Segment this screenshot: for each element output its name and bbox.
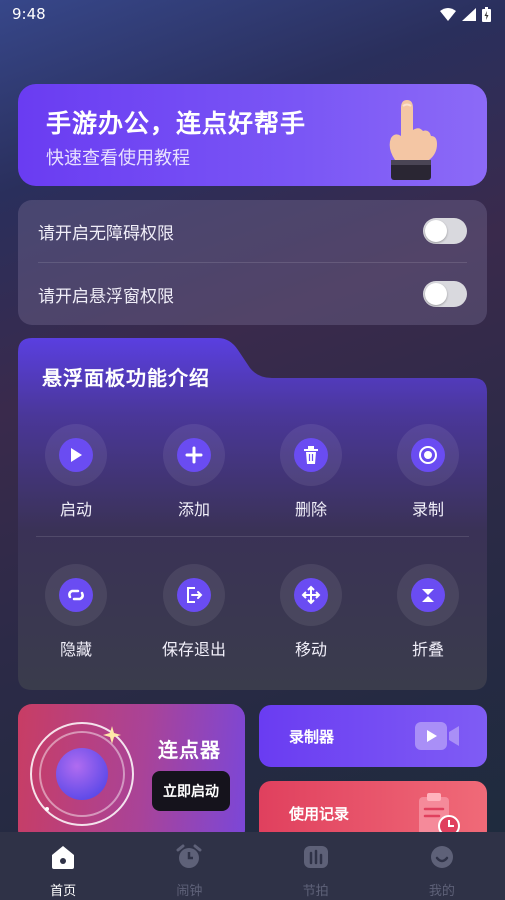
home-icon [52,846,75,869]
banner-subtitle: 快速查看使用教程 [46,148,190,169]
permission-accessibility-row[interactable]: 请开启无障碍权限 [18,200,487,262]
permission-overlay-label: 请开启悬浮窗权限 [38,286,174,307]
panel-title: 悬浮面板功能介绍 [42,366,210,390]
pointing-hand-icon [389,100,437,180]
banner-title: 手游办公，连点好帮手 [46,109,307,138]
profile-icon [430,846,453,868]
feature-move[interactable]: 移动 [261,564,361,660]
divider [36,536,469,537]
feature-delete[interactable]: 删除 [261,424,361,520]
feature-label: 启动 [59,500,92,519]
feature-label: 移动 [294,640,327,659]
tutorial-banner[interactable]: 手游办公，连点好帮手 快速查看使用教程 [18,84,487,186]
feature-label: 保存退出 [161,640,226,659]
feature-label: 折叠 [411,640,444,659]
permission-accessibility-label: 请开启无障碍权限 [38,223,174,244]
feature-hide[interactable]: 隐藏 [26,564,126,660]
nav-home[interactable]: 首页 [18,832,108,899]
alarm-icon [176,844,202,868]
video-camera-icon [415,722,459,750]
recorder-title: 录制器 [289,728,335,746]
feature-label: 删除 [294,500,327,519]
play-icon [71,448,82,462]
nav-profile[interactable]: 我的 [397,832,487,899]
signal-icon [462,7,476,21]
nav-metronome[interactable]: 节拍 [271,832,361,899]
move-icon [301,585,321,605]
battery-icon [482,6,491,22]
clipboard-clock-icon [419,793,460,837]
status-time: 9:48 [12,5,46,23]
nav-label: 闹钟 [176,884,203,899]
wifi-icon [440,7,456,21]
metronome-icon [303,846,328,868]
feature-collapse[interactable]: 折叠 [378,564,478,660]
feature-save-exit[interactable]: 保存退出 [144,564,244,660]
clicker-card[interactable]: 连点器 立即启动 [18,704,245,844]
bottom-navigation: 首页 闹钟 节拍 我的 [0,832,505,900]
feature-record[interactable]: 录制 [378,424,478,520]
floating-panel-intro: 悬浮面板功能介绍 启动 添加 删除 录制 隐藏 保存退出 移动 折叠 [18,338,487,690]
history-title: 使用记录 [289,805,350,823]
permissions-card: 请开启无障碍权限 请开启悬浮窗权限 [18,200,487,325]
save-exit-icon [187,587,203,603]
feature-label: 录制 [411,500,444,519]
trash-icon [304,446,318,464]
nav-label: 我的 [428,884,455,899]
status-bar: 9:48 [0,0,505,28]
accessibility-toggle[interactable] [423,218,467,244]
start-now-button[interactable]: 立即启动 [152,771,230,811]
nav-label: 首页 [50,884,77,899]
feature-add[interactable]: 添加 [144,424,244,520]
nav-alarm[interactable]: 闹钟 [144,832,234,899]
clicker-title: 连点器 [158,738,221,762]
feature-label: 添加 [177,500,210,519]
hide-icon [68,589,84,601]
clicker-orbit-graphic [30,722,134,826]
recorder-card[interactable]: 录制器 [259,705,487,767]
status-icons [440,6,491,22]
nav-label: 节拍 [302,884,329,899]
feature-label: 隐藏 [59,640,92,659]
plus-icon [185,446,203,464]
feature-start[interactable]: 启动 [26,424,126,520]
collapse-icon [422,589,434,602]
record-icon [419,446,437,464]
overlay-toggle[interactable] [423,281,467,307]
permission-overlay-row[interactable]: 请开启悬浮窗权限 [18,263,487,325]
